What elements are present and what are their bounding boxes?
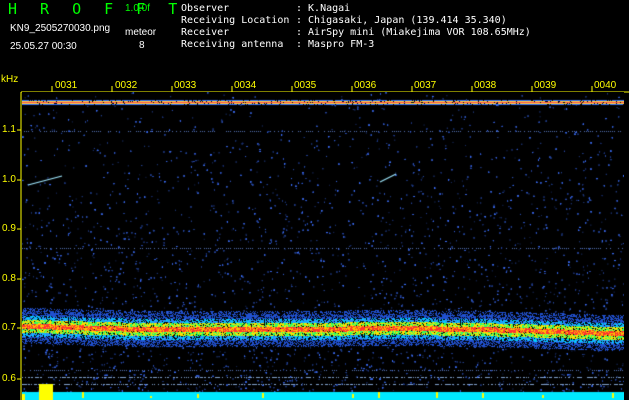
spectrogram-canvas bbox=[22, 92, 624, 400]
spectrogram-window: { "header": { "app_title": "H R O F F T"… bbox=[0, 0, 629, 400]
